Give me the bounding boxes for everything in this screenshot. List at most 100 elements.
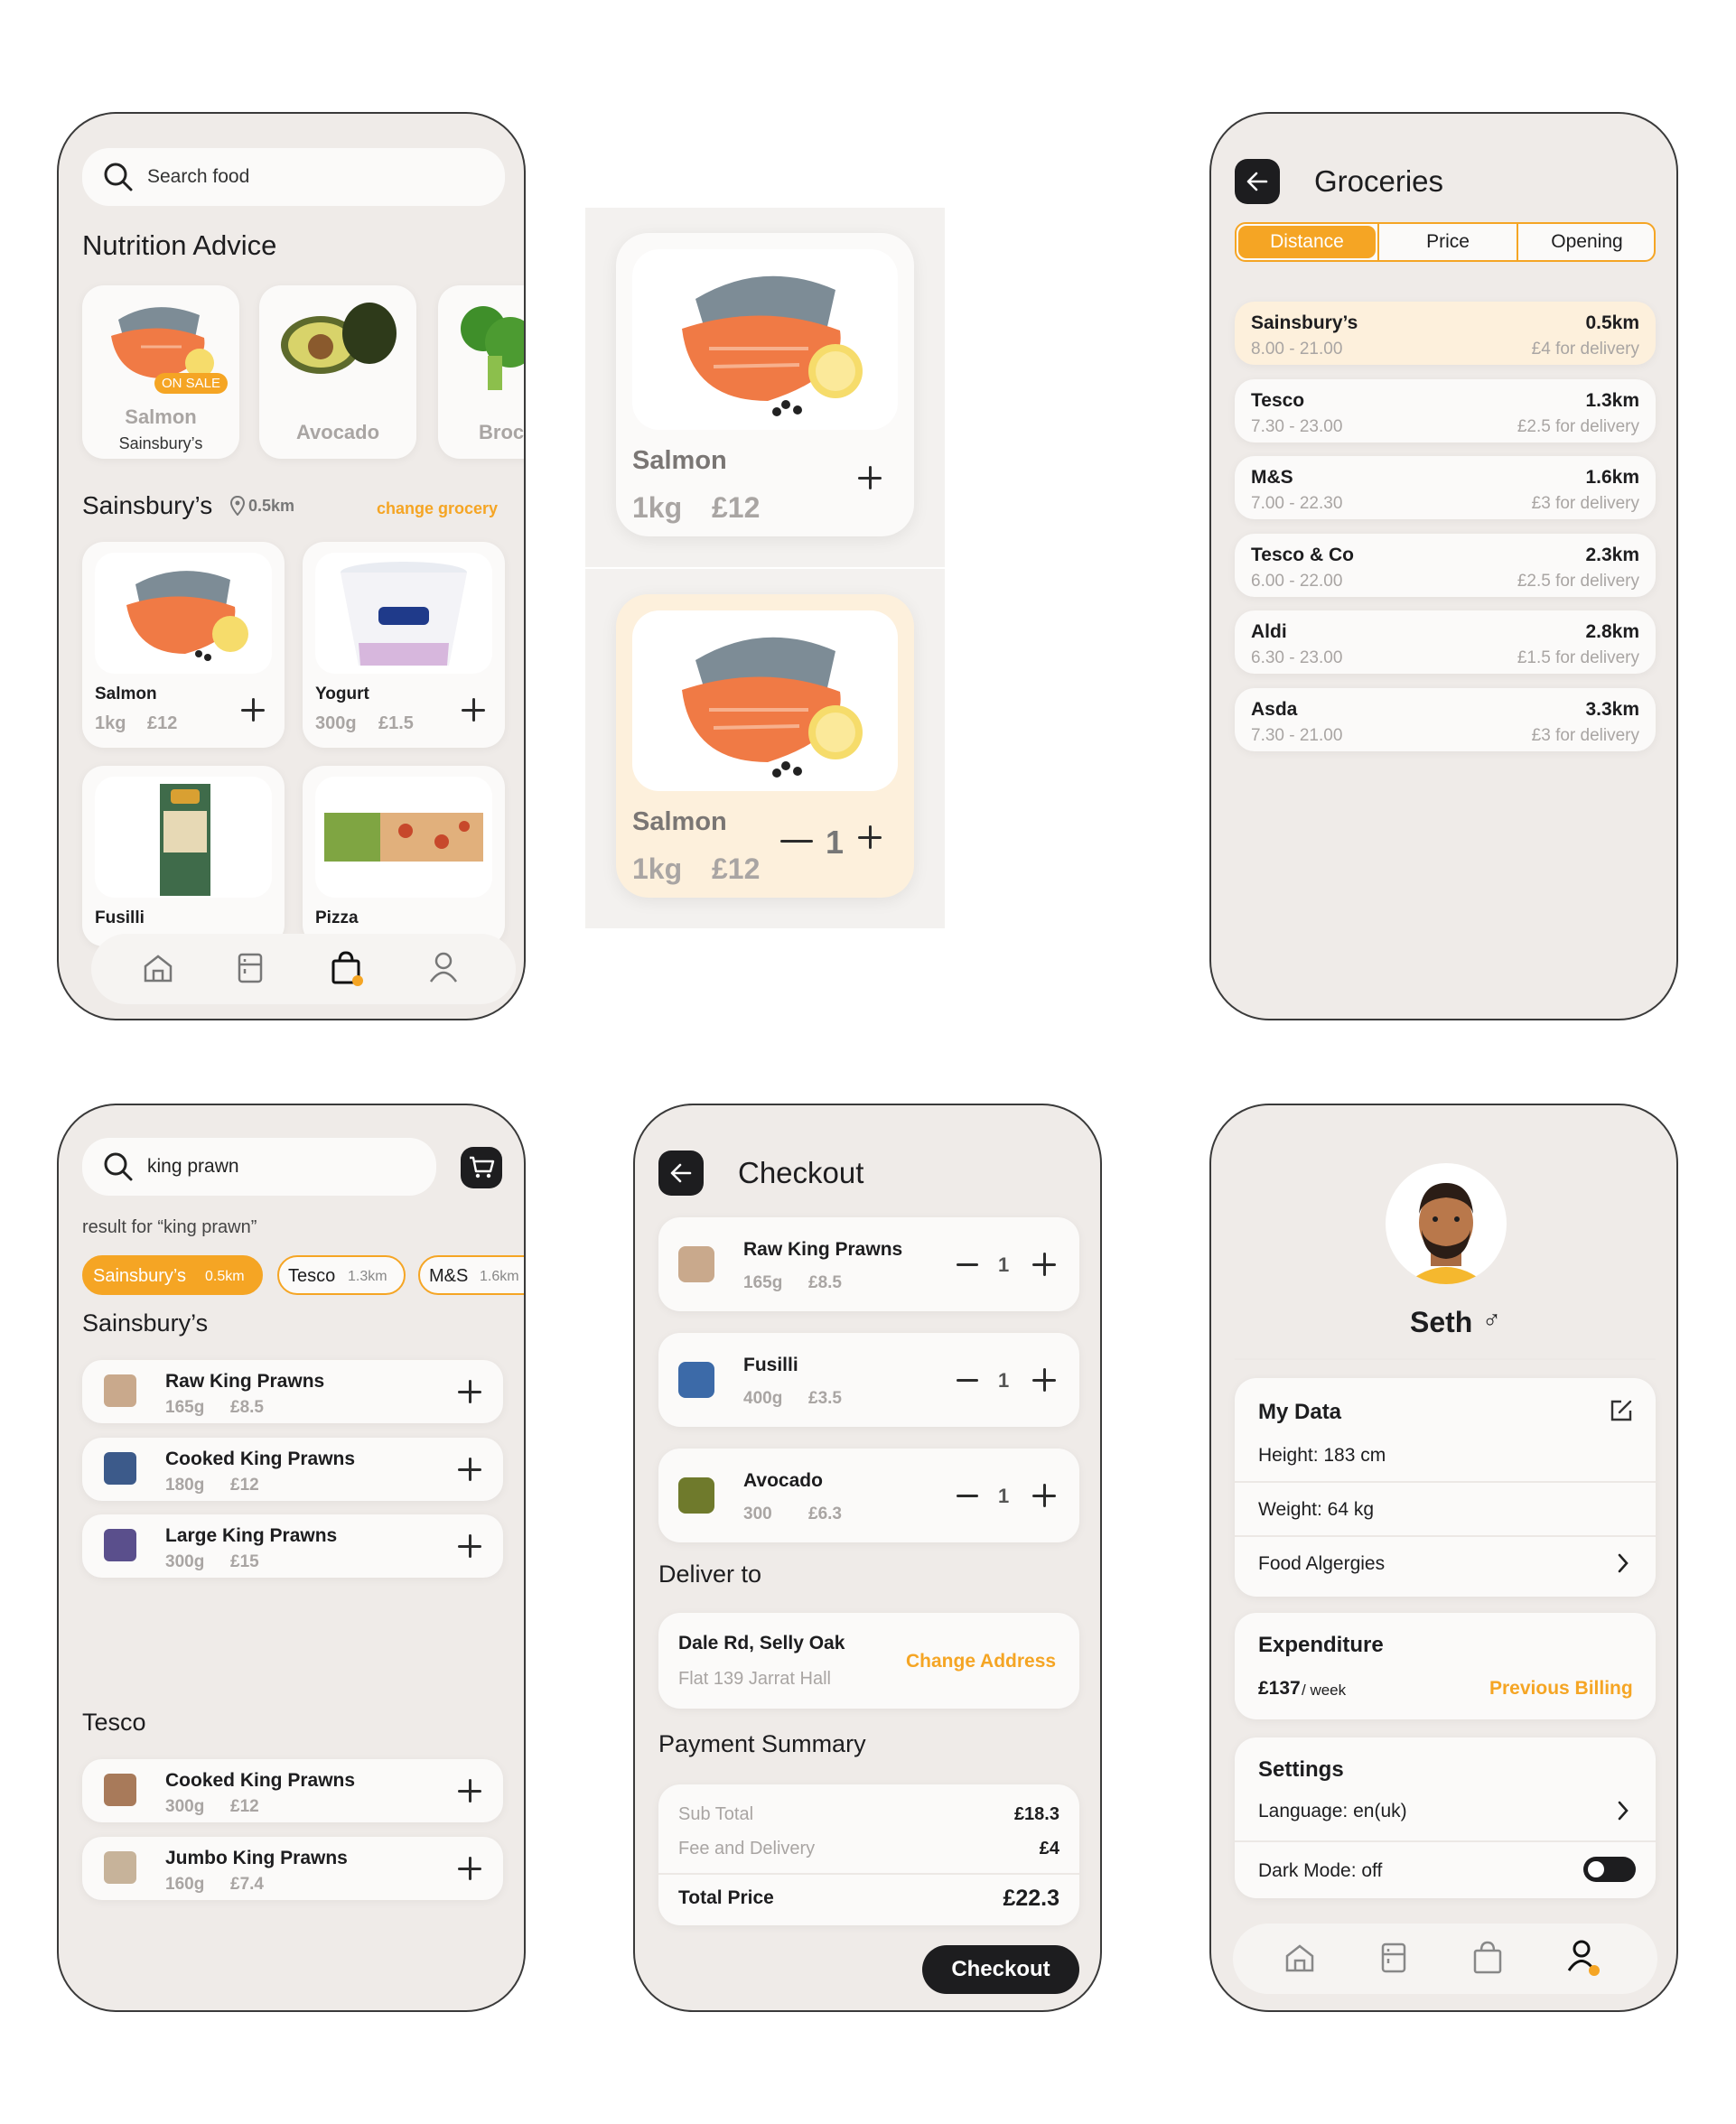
decrease-button[interactable]: [957, 1263, 978, 1266]
search-bar[interactable]: king prawn: [82, 1138, 436, 1196]
store-name: Sainsbury’s: [1251, 312, 1358, 333]
fee-value: £4: [1039, 1839, 1059, 1858]
result-item[interactable]: Cooked King Prawns 300g £12: [82, 1759, 503, 1822]
decrease-button[interactable]: [780, 840, 813, 843]
language-row[interactable]: Language: en(uk): [1258, 1801, 1407, 1822]
back-button[interactable]: [658, 1150, 704, 1196]
home-icon[interactable]: [142, 952, 174, 984]
nutrition-card-broccoli[interactable]: Broc: [438, 285, 524, 459]
store-hours: 7.30 - 23.00: [1251, 416, 1343, 436]
home-screen: Search food Nutrition Advice ON SALE Sal…: [57, 112, 526, 1020]
divider: [1235, 1481, 1656, 1483]
detail-price: £12: [712, 491, 761, 524]
store-card[interactable]: Aldi 2.8km 6.30 - 23.00 £1.5 for delivery: [1235, 610, 1656, 674]
product-name: Avocado: [743, 1470, 823, 1491]
nutrition-card-avocado[interactable]: Avocado: [259, 285, 416, 459]
shopping-bag-icon[interactable]: [330, 950, 364, 986]
add-button[interactable]: [858, 466, 891, 498]
product-qty: 300g: [165, 1797, 205, 1816]
cart-item: Fusilli 400g £3.5 1: [658, 1333, 1079, 1427]
result-item[interactable]: Large King Prawns 300g £15: [82, 1514, 503, 1578]
store-card[interactable]: Tesco & Co 2.3km 6.00 - 22.00 £2.5 for deli…: [1235, 533, 1656, 597]
change-grocery-link[interactable]: change grocery: [377, 499, 498, 518]
add-button[interactable]: [1032, 1253, 1056, 1276]
settings-card: Settings Language: en(uk) Dark Mode: off: [1235, 1737, 1656, 1898]
store-chip-tesco[interactable]: Tesco 1.3km: [277, 1255, 406, 1295]
product-card-yogurt[interactable]: Yogurt 300g £1.5: [303, 542, 505, 748]
add-button[interactable]: [241, 698, 265, 722]
search-icon: [102, 161, 135, 193]
chevron-right-icon[interactable]: [1616, 1551, 1630, 1575]
add-button[interactable]: [1032, 1368, 1056, 1392]
cart-button[interactable]: [461, 1147, 502, 1188]
store-hours: 7.30 - 21.00: [1251, 725, 1343, 745]
add-button[interactable]: [458, 1457, 481, 1481]
chevron-right-icon[interactable]: [1616, 1799, 1630, 1822]
decrease-button[interactable]: [957, 1379, 978, 1382]
search-bar[interactable]: Search food: [82, 148, 505, 206]
store-hours: 6.30 - 23.00: [1251, 648, 1343, 667]
detail-price: £12: [712, 852, 761, 885]
checkout-button[interactable]: Checkout: [922, 1945, 1079, 1994]
food-allergies-row[interactable]: Food Algergies: [1258, 1553, 1385, 1575]
page-title: Checkout: [738, 1156, 864, 1189]
groceries-screen: Groceries Distance Price Opening Sainsbu…: [1209, 112, 1678, 1020]
nutrition-item-name: Avocado: [295, 421, 380, 443]
store-distance: 1.6km: [1585, 467, 1639, 488]
shopping-bag-icon[interactable]: [1471, 1940, 1504, 1974]
expenditure-value: £137: [1258, 1678, 1301, 1699]
address-card: Dale Rd, Selly Oak Flat 139 Jarrat Hall …: [658, 1613, 1079, 1709]
add-button[interactable]: [462, 698, 485, 722]
result-item[interactable]: Cooked King Prawns 180g £12: [82, 1437, 503, 1501]
add-button[interactable]: [458, 1534, 481, 1558]
previous-billing-link[interactable]: Previous Billing: [1489, 1678, 1633, 1700]
add-button[interactable]: [858, 825, 891, 858]
store-chip-ms[interactable]: M&S 1.6km: [418, 1255, 524, 1295]
tab-distance[interactable]: Distance: [1238, 226, 1376, 258]
height-value: Height: 183 cm: [1258, 1445, 1386, 1466]
sort-tabs: Distance Price Opening: [1235, 222, 1656, 262]
change-address-link[interactable]: Change Address: [906, 1651, 1056, 1672]
store-name: M&S: [1251, 467, 1293, 488]
product-price: £8.5: [808, 1273, 842, 1292]
dark-mode-toggle[interactable]: [1583, 1857, 1636, 1882]
fusilli-image: [95, 777, 272, 898]
on-sale-badge: ON SALE: [154, 373, 229, 394]
fridge-icon[interactable]: [1379, 1942, 1408, 1974]
result-item[interactable]: Raw King Prawns 165g £8.5: [82, 1360, 503, 1423]
product-price: £12: [147, 713, 178, 733]
decrease-button[interactable]: [957, 1495, 978, 1497]
detail-card-selected[interactable]: Salmon 1kg £12 1: [616, 594, 914, 898]
store-hours: 8.00 - 21.00: [1251, 340, 1343, 359]
profile-icon[interactable]: [427, 950, 460, 984]
product-card-pizza[interactable]: Pizza: [303, 766, 505, 946]
search-input[interactable]: king prawn: [147, 1156, 239, 1178]
result-item[interactable]: Jumbo King Prawns 160g £7.4: [82, 1836, 503, 1900]
nutrition-card-salmon[interactable]: ON SALE Salmon Sainsbury’s: [82, 285, 239, 459]
pizza-image: [315, 777, 492, 898]
tab-opening[interactable]: Opening: [1517, 224, 1654, 260]
detail-card[interactable]: Salmon 1kg £12: [616, 233, 914, 536]
tab-price[interactable]: Price: [1377, 224, 1517, 260]
home-icon[interactable]: [1283, 1942, 1316, 1974]
cart-item: Raw King Prawns 165g £8.5 1: [658, 1217, 1079, 1311]
store-hours: 7.00 - 22.30: [1251, 494, 1343, 513]
store-name: Sainsbury’s: [82, 491, 213, 519]
expenditure-period: / week: [1302, 1682, 1347, 1699]
edit-icon[interactable]: [1609, 1398, 1634, 1423]
store-card[interactable]: Asda 3.3km 7.30 - 21.00 £3 for delivery: [1235, 687, 1656, 751]
store-chip-sainsburys[interactable]: Sainsbury’s 0.5km: [82, 1255, 263, 1295]
fridge-icon[interactable]: [236, 952, 265, 984]
profile-icon[interactable]: [1565, 1938, 1601, 1976]
product-card-salmon[interactable]: Salmon 1kg £12: [82, 542, 285, 748]
add-button[interactable]: [458, 1380, 481, 1403]
add-button[interactable]: [458, 1856, 481, 1880]
search-input[interactable]: Search food: [147, 166, 249, 188]
back-button[interactable]: [1235, 159, 1280, 204]
add-button[interactable]: [458, 1779, 481, 1803]
store-card[interactable]: Sainsbury’s 0.5km 8.00 - 21.00 £4 for deliv…: [1235, 302, 1656, 365]
product-card-fusilli[interactable]: Fusilli: [82, 766, 285, 946]
store-card[interactable]: M&S 1.6km 7.00 - 22.30 £3 for delivery: [1235, 456, 1656, 519]
add-button[interactable]: [1032, 1484, 1056, 1507]
store-card[interactable]: Tesco 1.3km 7.30 - 23.00 £2.5 for delivery: [1235, 378, 1656, 442]
